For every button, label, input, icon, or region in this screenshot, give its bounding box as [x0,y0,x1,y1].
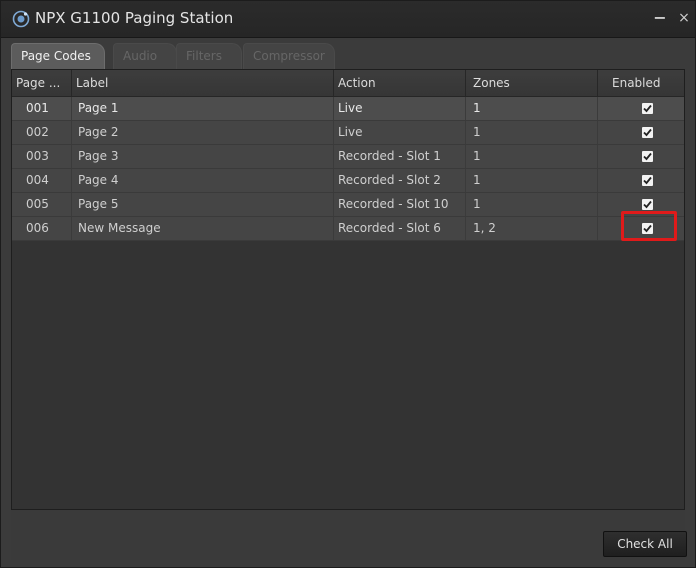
page-cell: 003 [12,145,72,168]
check-all-button[interactable]: Check All [603,531,687,557]
page-cell: 005 [12,193,72,216]
app-window: NPX G1100 Paging Station − × Page Codes … [0,0,696,568]
zones-cell[interactable]: 1 [466,169,598,192]
zones-cell[interactable]: 1 [466,145,598,168]
label-cell[interactable]: Page 1 [72,97,334,120]
column-header-action[interactable]: Action [334,70,466,96]
label-cell[interactable]: Page 3 [72,145,334,168]
page-cell: 001 [12,97,72,120]
action-cell[interactable]: Recorded - Slot 10 [334,193,466,216]
tab-audio[interactable]: Audio [113,43,177,69]
zones-cell[interactable]: 1 [466,121,598,144]
column-header-enabled[interactable]: Enabled [598,70,684,96]
title-bar[interactable]: NPX G1100 Paging Station − × [1,1,695,38]
tab-filters[interactable]: Filters [176,43,242,69]
enabled-checkbox[interactable] [642,175,653,186]
action-cell[interactable]: Recorded - Slot 6 [334,217,466,240]
enabled-cell [598,145,684,168]
close-button[interactable]: × [673,7,695,29]
tab-page-codes[interactable]: Page Codes [11,43,105,69]
table-row[interactable]: 005 Page 5 Recorded - Slot 10 1 [12,193,684,217]
zones-cell[interactable]: 1, 2 [466,217,598,240]
zones-cell[interactable]: 1 [466,193,598,216]
table-row[interactable]: 001 Page 1 Live 1 [12,97,684,121]
page-cell: 006 [12,217,72,240]
label-cell[interactable]: Page 5 [72,193,334,216]
enabled-cell [598,97,684,120]
enabled-checkbox[interactable] [642,127,653,138]
enabled-checkbox[interactable] [642,223,653,234]
window-title: NPX G1100 Paging Station [35,9,234,27]
tab-compressor[interactable]: Compressor [243,43,335,69]
table-row[interactable]: 006 New Message Recorded - Slot 6 1, 2 [12,217,684,241]
action-cell[interactable]: Recorded - Slot 1 [334,145,466,168]
table-row[interactable]: 004 Page 4 Recorded - Slot 2 1 [12,169,684,193]
table-header: Page ... Label Action Zones Enabled [12,70,684,97]
enabled-cell [598,193,684,216]
column-header-label[interactable]: Label [72,70,334,96]
enabled-checkbox[interactable] [642,103,653,114]
action-cell[interactable]: Live [334,121,466,144]
column-header-page[interactable]: Page ... [12,70,72,96]
enabled-cell [598,217,684,240]
page-cell: 002 [12,121,72,144]
page-codes-table[interactable]: Page ... Label Action Zones Enabled 001 … [11,69,685,510]
enabled-checkbox[interactable] [642,199,653,210]
column-header-zones[interactable]: Zones [466,70,598,96]
label-cell[interactable]: Page 2 [72,121,334,144]
footer-bar: Check All [11,510,687,560]
action-cell[interactable]: Live [334,97,466,120]
page-cell: 004 [12,169,72,192]
enabled-checkbox[interactable] [642,151,653,162]
minimize-button[interactable]: − [649,7,671,29]
app-logo-icon [11,9,31,29]
table-row[interactable]: 003 Page 3 Recorded - Slot 1 1 [12,145,684,169]
zones-cell[interactable]: 1 [466,97,598,120]
label-cell[interactable]: Page 4 [72,169,334,192]
enabled-cell [598,121,684,144]
enabled-cell [598,169,684,192]
label-cell[interactable]: New Message [72,217,334,240]
table-row[interactable]: 002 Page 2 Live 1 [12,121,684,145]
action-cell[interactable]: Recorded - Slot 2 [334,169,466,192]
